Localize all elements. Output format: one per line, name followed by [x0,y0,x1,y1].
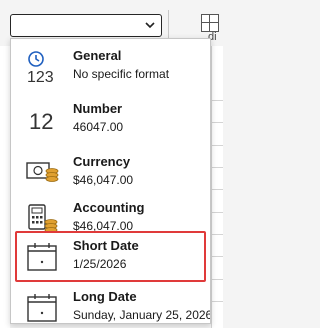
format-sample: No specific format [73,67,170,81]
calendar-icon [25,240,59,274]
format-label: Short Date [73,238,139,253]
chevron-down-icon[interactable] [139,15,161,36]
number-icon-text: 12 [29,109,53,134]
sheet-right-edge [211,46,223,328]
format-option-general[interactable]: 123 General No specific format [15,41,206,92]
format-label: Long Date [73,289,137,304]
format-label: General [73,48,122,63]
format-sample: Sunday, January 25, 2026 [73,308,211,322]
number-format-combo[interactable] [10,14,162,37]
format-option-number[interactable]: 12 Number 46047.00 [15,94,206,145]
clock-123-icon: 123 [25,50,59,86]
format-label: Number [73,101,123,116]
format-option-long-date[interactable]: Long Date Sunday, January 25, 2026 [15,282,210,323]
number-format-menu: 123 General No specific format 12 Number… [10,38,211,324]
conditional-format-icon[interactable] [201,14,219,32]
format-sample: $46,047.00 [73,173,134,187]
format-sample: 46047.00 [73,120,124,134]
sheet-left-edge [0,46,10,328]
general-icon-text: 123 [27,69,54,86]
format-option-short-date[interactable]: Short Date 1/25/2026 [15,231,206,282]
format-label: Accounting [73,200,145,215]
calendar-icon [25,291,59,323]
number-12-icon: 12 [25,103,59,137]
format-label: Currency [73,154,131,169]
currency-icon [25,156,59,190]
format-option-currency[interactable]: Currency $46,047.00 [15,147,206,198]
format-sample: 1/25/2026 [73,257,127,271]
